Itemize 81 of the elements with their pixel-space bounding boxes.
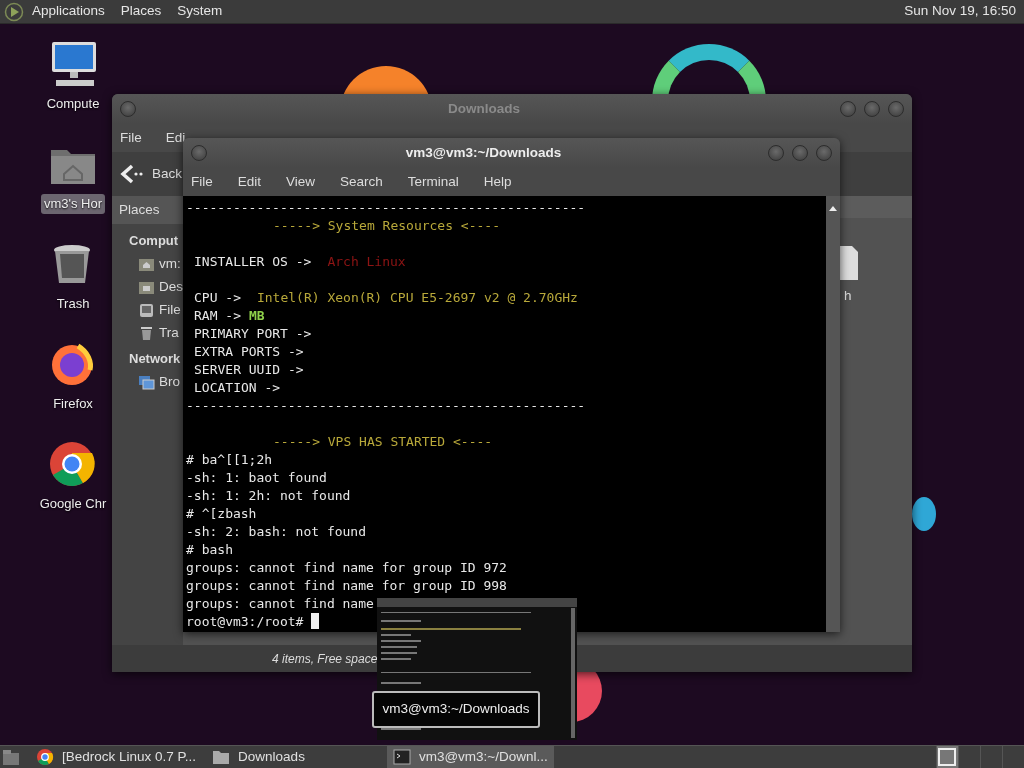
sidebar-item[interactable]: File (112, 299, 183, 322)
terminal-line: -----> System Resources <---- (273, 218, 500, 233)
terminal-line: INSTALLER OS -> (194, 254, 312, 269)
taskbar-button[interactable]: [Bedrock Linux 0.7 P... (30, 746, 203, 768)
taskbar-button[interactable]: vm3@vm3:~/Downl... (386, 746, 554, 768)
menu-item[interactable]: Edi (165, 127, 186, 149)
folder-icon (212, 748, 231, 766)
panel-menu[interactable]: Applications (32, 1, 105, 22)
show-desktop-icon[interactable] (0, 747, 22, 767)
field-value: MB (248, 308, 265, 323)
terminal-line: SERVER UUID -> (194, 362, 304, 377)
terminal-line: -sh: 1: baot found (186, 470, 327, 485)
folder-icon (138, 279, 155, 296)
separator-line: --------------------------------------------------- (186, 200, 586, 215)
close-button[interactable] (888, 101, 904, 117)
back-button[interactable]: Back (120, 163, 182, 185)
menu-item[interactable]: Search (340, 171, 383, 193)
close-button[interactable] (816, 145, 832, 161)
terminal-line: PRIMARY PORT -> (194, 326, 312, 341)
terminal-line: groups: cannot find name for group ID 972 (186, 560, 507, 575)
sidebar-item[interactable]: vm: (112, 253, 183, 276)
terminal-line: # ba^[[1;2h (186, 452, 273, 467)
window-title: Downloads (447, 99, 521, 118)
terminal-line: root@vm3:/root# (186, 614, 304, 629)
minimize-button[interactable] (840, 101, 856, 117)
desktop-icon-label[interactable]: Google Chr (36, 494, 110, 514)
menu-item[interactable]: View (286, 171, 316, 193)
panel-menu[interactable]: System (177, 1, 223, 22)
window-menu-button[interactable] (120, 101, 136, 117)
sidebar-item[interactable]: Bro (112, 371, 183, 394)
round-logo-icon (36, 748, 54, 766)
window-title: vm3@vm3:~/Downloads (404, 143, 563, 162)
menu-item[interactable]: Edit (237, 171, 262, 193)
terminal-icon (392, 748, 411, 766)
terminal-line: groups: cannot find name (186, 596, 374, 611)
sidebar-section-title: Comput (128, 232, 180, 250)
menu-item[interactable]: Terminal (407, 171, 459, 193)
terminal-line: RAM -> (194, 308, 241, 323)
desktop-icon-label[interactable]: Compute (43, 94, 103, 114)
window-menu-button[interactable] (191, 145, 207, 161)
window-tooltip: vm3@vm3:~/Downloads (372, 691, 540, 728)
sidebar-item[interactable]: Des (112, 276, 183, 299)
terminal-line: EXTRA PORTS -> (194, 344, 304, 359)
menu-item[interactable]: File (191, 171, 213, 193)
home-folder-icon (138, 256, 155, 273)
network-icon (138, 374, 155, 391)
separator-line: --------------------------------------------------- (186, 398, 586, 413)
clock: Sun Nov 19, 16:50 (904, 2, 1016, 21)
field-value: Intel(R) Xeon(R) CPU E5-2697 v2 @ 2.70GHz (256, 290, 578, 305)
desktop-icon-label[interactable]: Firefox (50, 394, 96, 414)
desktop-icon-label[interactable]: Trash (53, 294, 93, 314)
terminal-line: # ^[zbash (186, 506, 257, 521)
terminal-line: CPU -> (194, 290, 241, 305)
file-label[interactable]: h (844, 286, 852, 307)
maximize-button[interactable] (864, 101, 880, 117)
sidebar-item[interactable]: Tra (112, 322, 183, 345)
taskbar-button[interactable]: Downloads (206, 746, 311, 768)
terminal-line: -sh: 2: bash: not found (186, 524, 366, 539)
terminal-line: groups: cannot find name for group ID 998 (186, 578, 507, 593)
status-text: 4 items, Free space (272, 650, 378, 668)
trash-icon (138, 325, 155, 342)
minimize-button[interactable] (768, 145, 784, 161)
desktop-icon-label[interactable]: vm3's Hor (40, 194, 106, 214)
scrollbar[interactable] (826, 196, 840, 632)
text-cursor (311, 613, 320, 629)
up-arrow-icon[interactable] (828, 204, 838, 212)
sidebar-header: Places (112, 196, 183, 224)
menu-item[interactable]: File (120, 127, 142, 149)
maximize-button[interactable] (792, 145, 808, 161)
panel-menu[interactable]: Places (120, 1, 162, 22)
wallpaper-oval (912, 497, 936, 531)
back-arrow-icon (120, 164, 144, 184)
menu-item[interactable]: Help (483, 171, 512, 193)
terminal-line: -----> VPS HAS STARTED <---- (273, 434, 493, 449)
terminal-line: -sh: 1: 2h: not found (186, 488, 351, 503)
terminal-line: # bash (186, 542, 233, 557)
terminal-line: LOCATION -> (194, 380, 281, 395)
drive-icon (138, 302, 155, 319)
sidebar-section-title: Network (128, 350, 182, 368)
logo-icon[interactable] (4, 1, 24, 22)
field-value: Arch Linux (327, 254, 406, 269)
